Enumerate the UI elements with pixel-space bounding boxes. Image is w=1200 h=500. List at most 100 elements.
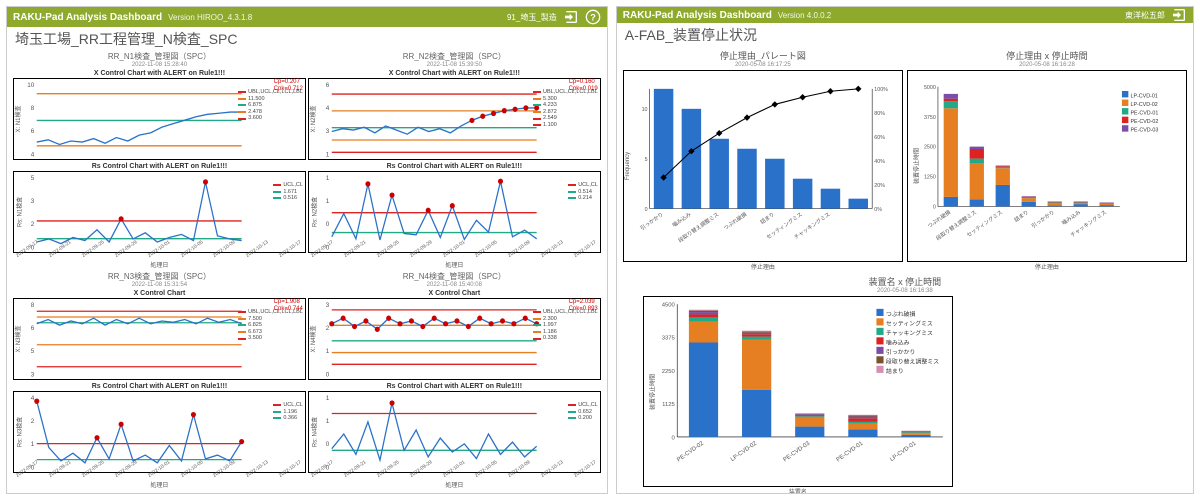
svg-text:1: 1	[326, 175, 330, 182]
svg-text:LP-CVD-02: LP-CVD-02	[730, 441, 758, 463]
x-axis-label: 処理日	[308, 480, 601, 489]
rs-chart-title: Rs Control Chart with ALERT on Rule1!!!	[308, 383, 601, 390]
svg-text:3: 3	[326, 302, 330, 309]
spc-timestamp: 2022-11-08 15:40:08	[308, 282, 601, 288]
svg-text:3: 3	[326, 128, 330, 135]
x-axis-label: 処理日	[13, 480, 306, 489]
svg-text:0: 0	[644, 207, 647, 213]
spc-block-1: RR_N1検査_管理図（SPC） 2022-11-08 15:28:40 X C…	[13, 51, 306, 269]
svg-text:詰まり: 詰まり	[758, 210, 776, 226]
spc-block-2: RR_N2検査_管理図（SPC） 2022-11-08 15:39:50 X C…	[308, 51, 601, 269]
svg-text:詰まり: 詰まり	[886, 367, 904, 375]
spc-timestamp: 2022-11-08 15:31:54	[13, 282, 306, 288]
svg-text:0%: 0%	[874, 207, 882, 213]
chart-title: 装置名 x 停止時間	[623, 275, 1187, 288]
help-icon[interactable]: ?	[585, 9, 601, 25]
x-axis-label: 停止理由	[907, 262, 1187, 271]
x-axis-label: 処理日	[308, 260, 601, 269]
spc-block-3: RR_N3検査_管理図（SPC） 2022-11-08 15:31:54 X C…	[13, 271, 306, 489]
spc-timestamp: 2022-11-08 15:39:50	[308, 62, 601, 68]
svg-text:6: 6	[31, 128, 35, 135]
svg-text:2: 2	[326, 325, 330, 332]
stack-device-chart: 装置名 x 停止時間 2020-05-08 16:16:38 装置停止時間 01…	[623, 275, 1187, 494]
x-chart: Cp=2.039Cpk=0.893 X: N4検査 0123 UBL,UCL,C…	[308, 298, 601, 380]
svg-text:PE-CVD-01: PE-CVD-01	[835, 441, 864, 464]
x-chart: Cp=0.207Cpk=0.712 X: N1検査 46810 UBL,UCL,…	[13, 78, 306, 160]
svg-text:5: 5	[31, 175, 35, 182]
svg-text:0: 0	[933, 205, 936, 211]
logout-icon[interactable]	[563, 9, 579, 25]
spc-title: RR_N2検査_管理図（SPC）	[308, 51, 601, 62]
user-name: 東洋松五郎	[1125, 10, 1165, 21]
right-grid: 停止理由_パレート図 2020-05-08 16:17:25 Frequency…	[617, 47, 1193, 494]
svg-text:6: 6	[31, 325, 35, 332]
chart-timestamp: 2020-05-08 16:16:28	[907, 62, 1187, 68]
svg-text:5: 5	[644, 157, 647, 163]
x-axis-label: 処理日	[13, 260, 306, 269]
svg-text:3750: 3750	[924, 115, 936, 121]
svg-text:3: 3	[31, 371, 35, 378]
svg-text:2: 2	[31, 221, 35, 228]
svg-text:セッティングミス: セッティングミス	[886, 319, 933, 327]
svg-text:1: 1	[326, 348, 330, 355]
chart-title: 停止理由_パレート図	[623, 49, 903, 62]
user-name: 91_埼玉_製造	[507, 12, 557, 23]
svg-text:PE-CVD-02: PE-CVD-02	[1130, 119, 1158, 125]
app-version: Version HIROO_4.3.1.8	[168, 13, 252, 22]
x-axis-label: 停止理由	[623, 262, 903, 271]
page-title-left: 埼玉工場_RR工程管理_N検査_SPC	[7, 27, 607, 51]
svg-text:20%: 20%	[874, 183, 885, 189]
svg-text:PE-CVD-03: PE-CVD-03	[1130, 128, 1158, 134]
y-axis-label: Rs: N1検査	[15, 197, 24, 227]
svg-text:10: 10	[27, 82, 34, 89]
svg-text:1: 1	[326, 395, 330, 402]
rs-chart-title: Rs Control Chart with ALERT on Rule1!!!	[13, 163, 306, 170]
x-axis-label: 装置名	[643, 487, 953, 494]
y-axis-label: Rs: N2検査	[310, 197, 319, 227]
x-chart: Cp=1.908Cpk=0.744 X: N3検査 3568 UBL,UCL,C…	[13, 298, 306, 380]
right-header: RAKU-Pad Analysis Dashboard Version 4.0.…	[617, 7, 1193, 23]
svg-text:0: 0	[671, 435, 675, 441]
app-title: RAKU-Pad Analysis Dashboard	[623, 10, 772, 21]
svg-text:LP-CVD-01: LP-CVD-01	[889, 441, 917, 463]
y-axis-label: X: N3検査	[13, 325, 22, 352]
svg-text:8: 8	[31, 302, 35, 309]
svg-text:噛み込み: 噛み込み	[670, 210, 693, 229]
svg-text:4: 4	[31, 151, 35, 158]
svg-text:つぶれ破損: つぶれ破損	[721, 210, 748, 232]
left-header: RAKU-Pad Analysis Dashboard Version HIRO…	[7, 7, 607, 27]
svg-text:6: 6	[326, 82, 330, 89]
y-axis-label: X: N4検査	[308, 325, 317, 352]
spc-title: RR_N3検査_管理図（SPC）	[13, 271, 306, 282]
left-dashboard-panel: RAKU-Pad Analysis Dashboard Version HIRO…	[6, 6, 608, 494]
svg-text:段取り替え調整ミス: 段取り替え調整ミス	[886, 357, 939, 365]
chart-timestamp: 2020-05-08 16:16:38	[623, 288, 1187, 294]
svg-text:60%: 60%	[874, 135, 885, 141]
svg-text:10: 10	[641, 107, 647, 113]
svg-text:2: 2	[31, 418, 35, 425]
svg-text:5: 5	[31, 348, 35, 355]
spc-timestamp: 2022-11-08 15:28:40	[13, 62, 306, 68]
svg-text:4: 4	[31, 395, 35, 402]
svg-text:1125: 1125	[662, 402, 675, 408]
svg-text:40%: 40%	[874, 159, 885, 165]
svg-text:LP-CVD-02: LP-CVD-02	[1130, 102, 1157, 108]
svg-text:0: 0	[326, 221, 330, 228]
y-axis-label: Frequency	[625, 152, 631, 180]
svg-text:チャッキングミス: チャッキングミス	[886, 329, 933, 337]
svg-text:つぶれ破損: つぶれ破損	[926, 208, 953, 230]
svg-text:4500: 4500	[661, 302, 675, 308]
spc-title: RR_N4検査_管理図（SPC）	[308, 271, 601, 282]
logout-icon[interactable]	[1171, 7, 1187, 23]
svg-text:詰まり: 詰まり	[1012, 208, 1030, 224]
chart-title: 停止理由 x 停止時間	[907, 49, 1187, 62]
svg-text:引っかかり: 引っかかり	[886, 348, 916, 356]
svg-text:1: 1	[326, 418, 330, 425]
app-title: RAKU-Pad Analysis Dashboard	[13, 12, 162, 23]
right-dashboard-panel: RAKU-Pad Analysis Dashboard Version 4.0.…	[616, 6, 1194, 494]
svg-text:つぶれ破損: つぶれ破損	[886, 310, 916, 318]
svg-text:8: 8	[31, 105, 35, 112]
svg-text:引っかかり: 引っかかり	[1029, 208, 1055, 230]
pareto-chart: 停止理由_パレート図 2020-05-08 16:17:25 Frequency…	[623, 49, 903, 271]
app-version: Version 4.0.0.2	[778, 11, 831, 20]
